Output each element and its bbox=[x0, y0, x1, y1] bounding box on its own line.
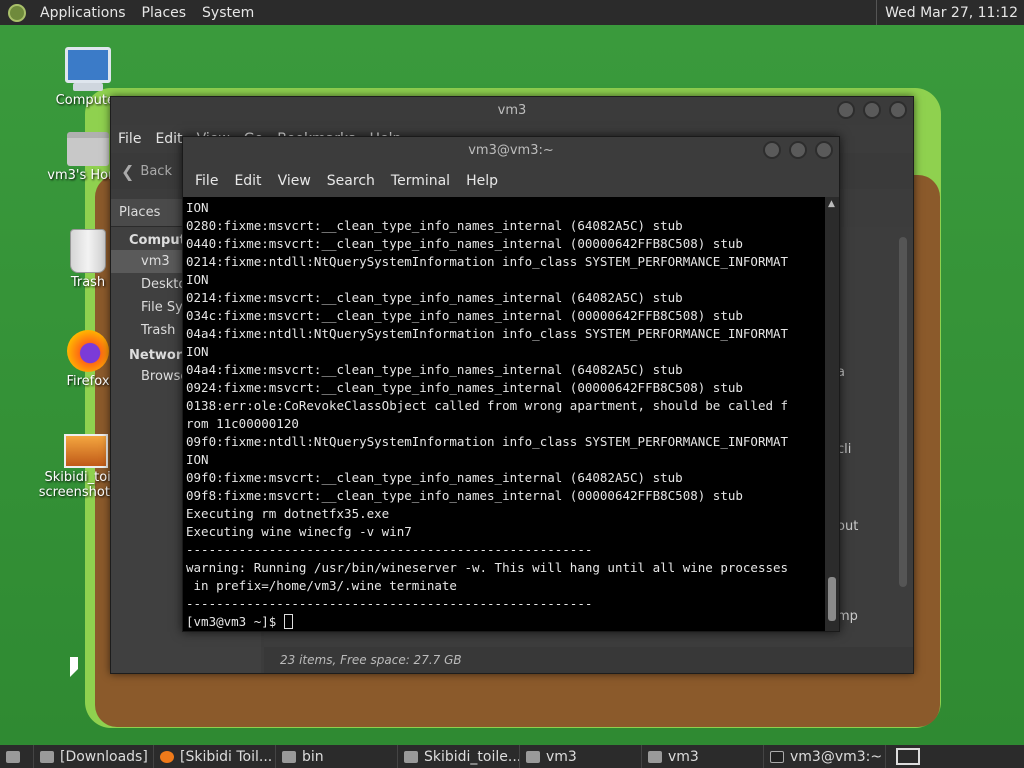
taskbar-item-terminal[interactable]: vm3@vm3:~ bbox=[764, 745, 886, 768]
terminal-line: 034c:fixme:msvcrt:__clean_type_info_name… bbox=[186, 308, 743, 323]
terminal-line: 0440:fixme:msvcrt:__clean_type_info_name… bbox=[186, 236, 743, 251]
minimize-button[interactable] bbox=[837, 101, 855, 119]
taskbar-item-image-editor[interactable]: Skibidi_toile... bbox=[398, 745, 520, 768]
terminal-line: ION bbox=[186, 200, 209, 215]
panel-clock[interactable]: Wed Mar 27, 11:12 bbox=[876, 0, 1024, 25]
menu-file[interactable]: File bbox=[111, 131, 148, 147]
terminal-line: ION bbox=[186, 452, 209, 467]
firefox-icon bbox=[160, 750, 174, 763]
menu-help[interactable]: Help bbox=[458, 173, 506, 189]
minimize-button[interactable] bbox=[763, 141, 781, 159]
image-file-icon bbox=[64, 434, 108, 468]
menu-search[interactable]: Search bbox=[319, 173, 383, 189]
status-bar: 23 items, Free space: 27.7 GB bbox=[264, 647, 913, 673]
taskbar-item-label: [Skibidi Toil... bbox=[180, 748, 273, 765]
terminal-line: 0138:err:ole:CoRevokeClassObject called … bbox=[186, 398, 789, 413]
taskbar-item-vm3[interactable]: vm3 bbox=[520, 745, 642, 768]
places-menu[interactable]: Places bbox=[134, 5, 195, 21]
back-button[interactable]: Back bbox=[140, 164, 172, 179]
terminal-menubar: File Edit View Search Terminal Help bbox=[183, 165, 839, 197]
taskbar-item-label: bin bbox=[302, 748, 324, 765]
taskbar-item-label: vm3 bbox=[546, 748, 577, 765]
distro-logo-icon[interactable] bbox=[8, 3, 26, 22]
file-manager-titlebar[interactable]: vm3 bbox=[111, 97, 913, 125]
taskbar-item-label: vm3@vm3:~ bbox=[790, 748, 883, 765]
terminal-line: ION bbox=[186, 272, 209, 287]
show-desktop-icon bbox=[6, 750, 20, 763]
file-label-fragment[interactable]: out bbox=[837, 519, 858, 534]
terminal-line: Executing wine winecfg -v win7 bbox=[186, 524, 412, 539]
trash-icon bbox=[70, 229, 106, 273]
applications-menu[interactable]: Applications bbox=[32, 5, 134, 21]
terminal-line: 09f0:fixme:msvcrt:__clean_type_info_name… bbox=[186, 470, 683, 485]
terminal-line: 0924:fixme:msvcrt:__clean_type_info_name… bbox=[186, 380, 743, 395]
workspace-switcher[interactable] bbox=[896, 748, 920, 765]
terminal-line: 04a4:fixme:ntdll:NtQuerySystemInformatio… bbox=[186, 326, 789, 341]
taskbar-item-firefox[interactable]: [Skibidi Toil... bbox=[154, 745, 276, 768]
terminal-line: 0280:fixme:msvcrt:__clean_type_info_name… bbox=[186, 218, 683, 233]
system-menu[interactable]: System bbox=[194, 5, 262, 21]
window-title: vm3 bbox=[497, 103, 527, 118]
terminal-scrollbar[interactable]: ▲ bbox=[825, 197, 839, 631]
terminal-line: Executing rm dotnetfx35.exe bbox=[186, 506, 390, 521]
scrollbar-thumb[interactable] bbox=[828, 577, 836, 621]
terminal-cursor bbox=[283, 614, 293, 629]
maximize-button[interactable] bbox=[863, 101, 881, 119]
folder-icon bbox=[648, 750, 662, 763]
folder-icon bbox=[526, 750, 540, 763]
terminal-line: in prefix=/home/vm3/.wine terminate bbox=[186, 578, 457, 593]
folder-icon bbox=[282, 750, 296, 763]
firefox-icon bbox=[67, 330, 109, 372]
folder-icon bbox=[40, 750, 54, 763]
terminal-line: ----------------------------------------… bbox=[186, 542, 593, 557]
terminal-output[interactable]: ION 0280:fixme:msvcrt:__clean_type_info_n… bbox=[183, 197, 825, 631]
taskbar-item-label: vm3 bbox=[668, 748, 699, 765]
home-folder-icon bbox=[67, 132, 109, 166]
terminal-line: 0214:fixme:msvcrt:__clean_type_info_name… bbox=[186, 290, 683, 305]
terminal-line: warning: Running /usr/bin/wineserver -w.… bbox=[186, 560, 789, 575]
terminal-line: 04a4:fixme:msvcrt:__clean_type_info_name… bbox=[186, 362, 683, 377]
terminal-line: ION bbox=[186, 344, 209, 359]
image-editor-icon bbox=[404, 750, 418, 763]
bottom-taskbar: [Downloads] [Skibidi Toil... bin Skibidi… bbox=[0, 745, 1024, 768]
back-arrow-icon[interactable]: ❮ bbox=[121, 162, 134, 181]
terminal-line: 09f8:fixme:msvcrt:__clean_type_info_name… bbox=[186, 488, 743, 503]
maximize-button[interactable] bbox=[789, 141, 807, 159]
terminal-line: 09f0:fixme:ntdll:NtQuerySystemInformatio… bbox=[186, 434, 789, 449]
file-label-fragment[interactable]: mp bbox=[837, 609, 858, 624]
menu-terminal[interactable]: Terminal bbox=[383, 173, 458, 189]
terminal-line: ----------------------------------------… bbox=[186, 596, 593, 611]
terminal-icon bbox=[770, 750, 784, 763]
terminal-titlebar[interactable]: vm3@vm3:~ bbox=[183, 137, 839, 165]
file-manager-scrollbar[interactable] bbox=[899, 237, 907, 587]
menu-edit[interactable]: Edit bbox=[226, 173, 269, 189]
window-title: vm3@vm3:~ bbox=[468, 143, 554, 158]
close-button[interactable] bbox=[815, 141, 833, 159]
taskbar-item-bin[interactable]: bin bbox=[276, 745, 398, 768]
close-button[interactable] bbox=[889, 101, 907, 119]
taskbar-item-downloads[interactable]: [Downloads] bbox=[34, 745, 154, 768]
terminal-window: vm3@vm3:~ File Edit View Search Terminal… bbox=[182, 136, 840, 632]
taskbar-item-vm3[interactable]: vm3 bbox=[642, 745, 764, 768]
computer-icon bbox=[65, 47, 111, 91]
taskbar-item-label: Skibidi_toile... bbox=[424, 748, 520, 765]
menu-file[interactable]: File bbox=[187, 173, 226, 189]
terminal-line: rom 11c00000120 bbox=[186, 416, 299, 431]
terminal-prompt-line[interactable]: [vm3@vm3 ~]$ bbox=[186, 613, 825, 631]
top-panel: Applications Places System Wed Mar 27, 1… bbox=[0, 0, 1024, 25]
terminal-prompt: [vm3@vm3 ~]$ bbox=[186, 614, 284, 629]
show-desktop-button[interactable] bbox=[0, 745, 34, 768]
scroll-up-arrow-icon[interactable]: ▲ bbox=[828, 199, 835, 209]
mouse-pointer-icon bbox=[70, 657, 78, 677]
taskbar-item-label: [Downloads] bbox=[60, 748, 148, 765]
menu-view[interactable]: View bbox=[270, 173, 319, 189]
terminal-line: 0214:fixme:ntdll:NtQuerySystemInformatio… bbox=[186, 254, 789, 269]
